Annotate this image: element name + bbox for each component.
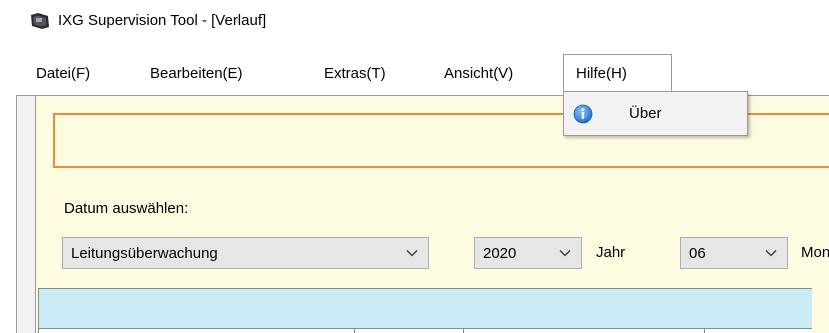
date-select-label: Datum auswählen:: [64, 200, 189, 217]
title-bar: IXG Supervision Tool - [Verlauf]: [0, 0, 829, 46]
month-select-value: 06: [689, 245, 706, 262]
menu-item-ueber[interactable]: Über: [566, 94, 745, 133]
month-label: Mon: [801, 244, 829, 261]
menu-hilfe[interactable]: Hilfe(H): [563, 54, 672, 94]
column-divider: [354, 329, 355, 333]
menu-bearbeiten[interactable]: Bearbeiten(E): [146, 54, 247, 94]
menu-item-label: Über: [629, 105, 662, 122]
column-divider: [463, 329, 464, 333]
chevron-down-icon: [765, 250, 777, 257]
column-divider: [704, 329, 705, 333]
chevron-down-icon: [559, 250, 571, 257]
help-menu-dropdown: Über: [563, 91, 748, 136]
menu-extras[interactable]: Extras(T): [320, 54, 390, 94]
info-icon: [573, 104, 593, 124]
table-header: [38, 288, 812, 328]
menu-bar: Datei(F) Bearbeiten(E) Extras(T) Ansicht…: [0, 54, 829, 94]
table-row[interactable]: [38, 328, 812, 333]
menu-datei[interactable]: Datei(F): [32, 54, 94, 94]
chevron-down-icon: [406, 250, 418, 257]
type-select-value: Leitungsüberwachung: [71, 245, 218, 262]
app-icon: [31, 13, 49, 29]
month-select[interactable]: 06: [680, 237, 788, 269]
menu-ansicht[interactable]: Ansicht(V): [440, 54, 517, 94]
type-select[interactable]: Leitungsüberwachung: [62, 237, 429, 269]
year-select[interactable]: 2020: [474, 237, 582, 269]
year-select-value: 2020: [483, 245, 517, 262]
year-label: Jahr: [596, 244, 626, 261]
window-title: IXG Supervision Tool - [Verlauf]: [58, 12, 267, 29]
